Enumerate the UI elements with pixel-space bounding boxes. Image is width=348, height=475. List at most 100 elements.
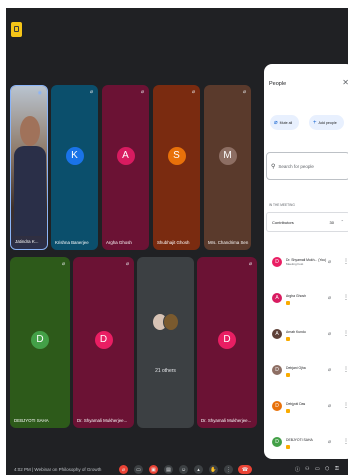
raise-hand-button[interactable]: ✋ <box>209 465 218 474</box>
participant-name: Debjani Ojha <box>286 366 306 370</box>
video-feed <box>11 86 47 249</box>
camera-icon: ▭ <box>136 466 141 473</box>
people-panel: People ✕ ⌀ Mute all + Add people ⚲ Searc… <box>264 64 348 459</box>
present-button[interactable]: ▴ <box>194 465 203 474</box>
screen: Jatindra K... ◉ K Krishna Banerjee ⌀ A Argha G… <box>0 0 348 475</box>
mic-off-icon[interactable]: ⌀ <box>328 295 331 301</box>
others-avatars <box>151 313 180 331</box>
search-people-input[interactable]: ⚲ Search for people <box>266 152 348 180</box>
search-placeholder: Search for people <box>278 163 314 169</box>
avatar: D <box>272 401 282 411</box>
participant-row[interactable]: D Debjyoti Das ⌀ ⋮ <box>266 394 348 430</box>
more-vert-icon[interactable]: ⋮ <box>343 330 348 337</box>
participant-tile[interactable]: K Krishna Banerjee ⌀ <box>51 85 98 250</box>
contributors-label: Contributors <box>272 220 294 225</box>
avatar: S <box>167 146 186 165</box>
participant-row[interactable]: A Argha Ghosh ⌀ ⋮ <box>266 286 348 322</box>
avatar: D <box>272 437 282 447</box>
avatar: D <box>31 330 49 349</box>
camera-button[interactable]: ▭ <box>134 465 143 474</box>
participant-row[interactable]: D Debjani Ojha ⌀ ⋮ <box>266 358 348 394</box>
avatar: A <box>272 329 282 339</box>
others-tile[interactable]: 21 others <box>137 257 194 428</box>
participant-name: Shubhajit Ghosh <box>157 240 190 245</box>
more-vert-icon[interactable]: ⋮ <box>343 438 348 445</box>
participant-tile[interactable]: A Argha Ghosh ⌀ <box>102 85 149 250</box>
mic-status-icon: ◉ <box>37 90 42 96</box>
captions-icon: ▤ <box>166 466 171 473</box>
chevron-up-icon: ⌃ <box>340 219 344 224</box>
mic-status-icon: ⌀ <box>61 261 65 267</box>
mic-status-icon: ⌀ <box>89 89 93 95</box>
meeting-time-title: 4:02 PM | Webinar on Philosophy of Growt… <box>14 467 102 472</box>
reactions-button[interactable]: ☺ <box>179 465 188 474</box>
participant-row[interactable]: A Arnab Kundu ⌀ ⋮ <box>266 322 348 358</box>
mic-status-icon: ⌀ <box>191 89 195 95</box>
mic-off-button[interactable]: ⌀ <box>119 465 128 474</box>
participant-tile[interactable]: D ⌀ Dr. Shyamali Mukherjee... <box>73 257 134 428</box>
participant-tile[interactable]: M Mrs. Chandrima Sen ⌀ <box>204 85 251 250</box>
participant-name: Argha Ghosh <box>106 240 132 245</box>
host-controls-icon[interactable]: ⚿ <box>335 466 339 472</box>
mic-off-icon[interactable]: ⌀ <box>328 367 331 373</box>
close-icon[interactable]: ✕ <box>342 78 348 87</box>
captions-button[interactable]: ▤ <box>164 465 173 474</box>
badge-icon <box>286 373 290 377</box>
emoji-icon: ☺ <box>180 466 187 473</box>
participant-name: Dr. Shyamali Mukherjee... <box>77 418 128 423</box>
participant-name: Mrs. Chandrima Sen <box>208 240 249 245</box>
mic-off-icon[interactable]: ⌀ <box>328 331 331 337</box>
mic-status-icon: ⌀ <box>125 261 129 267</box>
avatar: D <box>218 330 236 349</box>
mic-status-icon: ⌀ <box>248 261 252 267</box>
add-people-label: Add people <box>318 120 337 125</box>
mute-all-label: Mute all <box>279 120 293 125</box>
participant-tile[interactable]: S Shubhajit Ghosh ⌀ <box>153 85 200 250</box>
activities-icon[interactable]: ⬡ <box>325 466 329 472</box>
mic-status-icon: ⌀ <box>242 89 246 95</box>
people-panel-title: People <box>269 81 287 87</box>
mic-off-icon: ⌀ <box>274 120 278 126</box>
search-icon: ⚲ <box>271 163 276 170</box>
contributors-count: 30 <box>329 220 334 225</box>
avatar: K <box>65 146 84 165</box>
badge-icon <box>286 337 290 341</box>
participant-name: DEBJYOTI SAHA <box>286 438 313 442</box>
meeting-details-icon[interactable] <box>11 22 22 37</box>
add-people-button[interactable]: + Add people <box>309 115 344 130</box>
people-icon[interactable]: ⚇ <box>305 466 309 472</box>
chat-icon[interactable]: ▭ <box>315 466 320 472</box>
participant-tile[interactable]: Jatindra K... ◉ <box>10 85 48 250</box>
camera-off-button[interactable]: ▣ <box>149 465 158 474</box>
more-vert-icon[interactable]: ⋮ <box>343 402 348 409</box>
mic-off-icon[interactable]: ⌀ <box>328 439 331 445</box>
participant-name: Dr. Shyamali Mukherjee... <box>201 418 252 423</box>
mute-all-button[interactable]: ⌀ Mute all <box>270 115 299 130</box>
mic-off-icon[interactable]: ⌀ <box>328 403 331 409</box>
avatar: M <box>218 146 237 165</box>
more-vert-icon: ⋮ <box>226 466 231 473</box>
avatar: D <box>272 365 282 375</box>
participant-tile[interactable]: D ⌀ Dr. Shyamali Mukherjee... <box>197 257 257 428</box>
hand-icon: ✋ <box>210 466 217 473</box>
present-icon: ▴ <box>197 466 200 473</box>
contributors-group[interactable]: Contributors 30 ⌃ <box>266 212 348 232</box>
avatar: D <box>94 330 113 349</box>
more-vert-icon[interactable]: ⋮ <box>343 294 348 301</box>
participant-row[interactable]: D DEBJYOTI SAHA ⌀ ⋮ <box>266 430 348 459</box>
participant-tile[interactable]: D ⌀ DEBJYOTI SAHA <box>10 257 70 428</box>
leave-call-button[interactable]: ☎ <box>238 465 252 474</box>
control-bar: 4:02 PM | Webinar on Philosophy of Growt… <box>6 465 348 475</box>
participant-name: Debjyoti Das <box>286 402 306 406</box>
avatar: D <box>272 257 282 267</box>
info-icon[interactable]: ⓘ <box>295 466 300 473</box>
participant-row[interactable]: D Dr. Shyamali Mukh... (You) Meeting host ⌀… <box>266 250 348 286</box>
more-vert-icon[interactable]: ⋮ <box>343 366 348 373</box>
more-options-button[interactable]: ⋮ <box>224 465 233 474</box>
add-person-icon: + <box>313 119 317 126</box>
participant-name: Argha Ghosh <box>286 294 306 298</box>
meet-window: Jatindra K... ◉ K Krishna Banerjee ⌀ A Argha G… <box>6 8 348 475</box>
mic-status-icon: ⌀ <box>140 89 144 95</box>
mic-off-icon[interactable]: ⌀ <box>328 259 331 265</box>
more-vert-icon[interactable]: ⋮ <box>343 258 348 265</box>
